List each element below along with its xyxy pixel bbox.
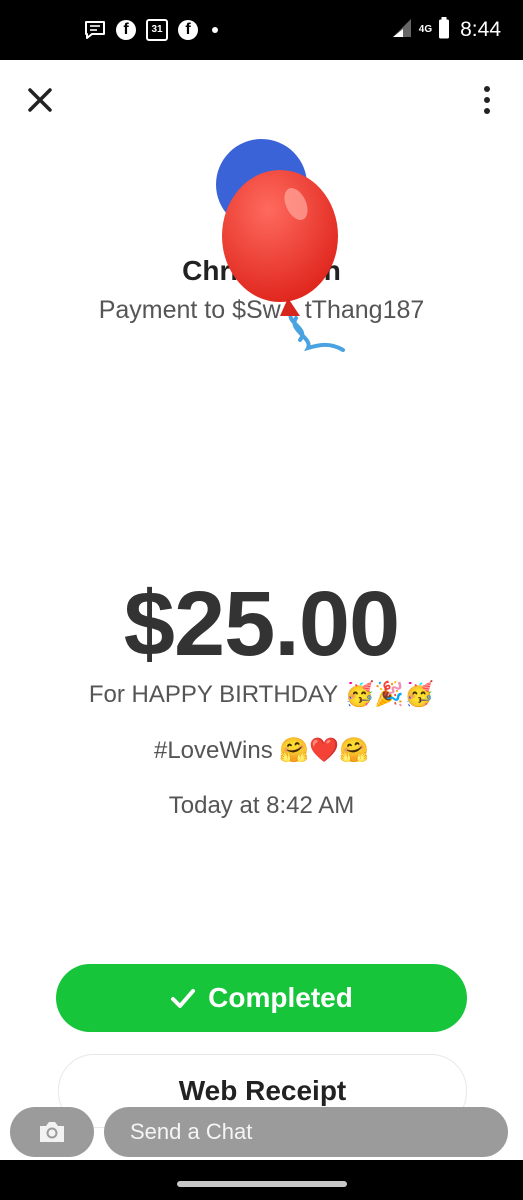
party-emoji: 🥳🎉🥳 (344, 680, 435, 708)
send-chat-input[interactable]: Send a Chat (104, 1107, 508, 1157)
network-type: 4G (418, 24, 433, 35)
hug-heart-emoji: 🤗❤️🤗 (279, 736, 370, 764)
web-receipt-label: Web Receipt (178, 1075, 347, 1106)
completed-label: Completed (208, 982, 353, 1013)
clock: 8:44 (460, 18, 501, 41)
close-icon (28, 88, 52, 112)
signal-icon (391, 18, 413, 43)
camera-icon (40, 1122, 64, 1142)
check-icon (171, 989, 196, 1008)
chat-notification-icon (84, 20, 106, 40)
calendar-icon: 31 (146, 19, 168, 41)
payment-hashtag: #LoveWins 🤗❤️🤗 (153, 736, 370, 764)
payment-note: For HAPPY BIRTHDAY 🥳🎉🥳 (88, 680, 435, 708)
notification-icons: f 31 f (84, 18, 218, 42)
close-button[interactable] (24, 84, 56, 116)
completed-button[interactable]: Completed (56, 964, 467, 1032)
home-gesture-handle[interactable] (177, 1181, 347, 1187)
facebook-icon: f (178, 20, 198, 40)
status-bar: f 31 f 4G 8:44 (0, 0, 523, 60)
send-chat-placeholder: Send a Chat (130, 1119, 253, 1144)
payment-amount: $25.00 (123, 573, 400, 675)
more-dot-icon (212, 27, 218, 33)
system-status: 4G 8:44 (391, 16, 501, 44)
navigation-bar (0, 1160, 523, 1200)
camera-button[interactable] (10, 1107, 94, 1157)
more-vertical-icon (484, 86, 490, 92)
facebook-icon: f (116, 20, 136, 40)
battery-icon (438, 16, 450, 44)
balloon-icon (222, 170, 345, 352)
payment-timestamp: Today at 8:42 AM (168, 792, 355, 819)
more-options-button[interactable] (481, 86, 493, 114)
